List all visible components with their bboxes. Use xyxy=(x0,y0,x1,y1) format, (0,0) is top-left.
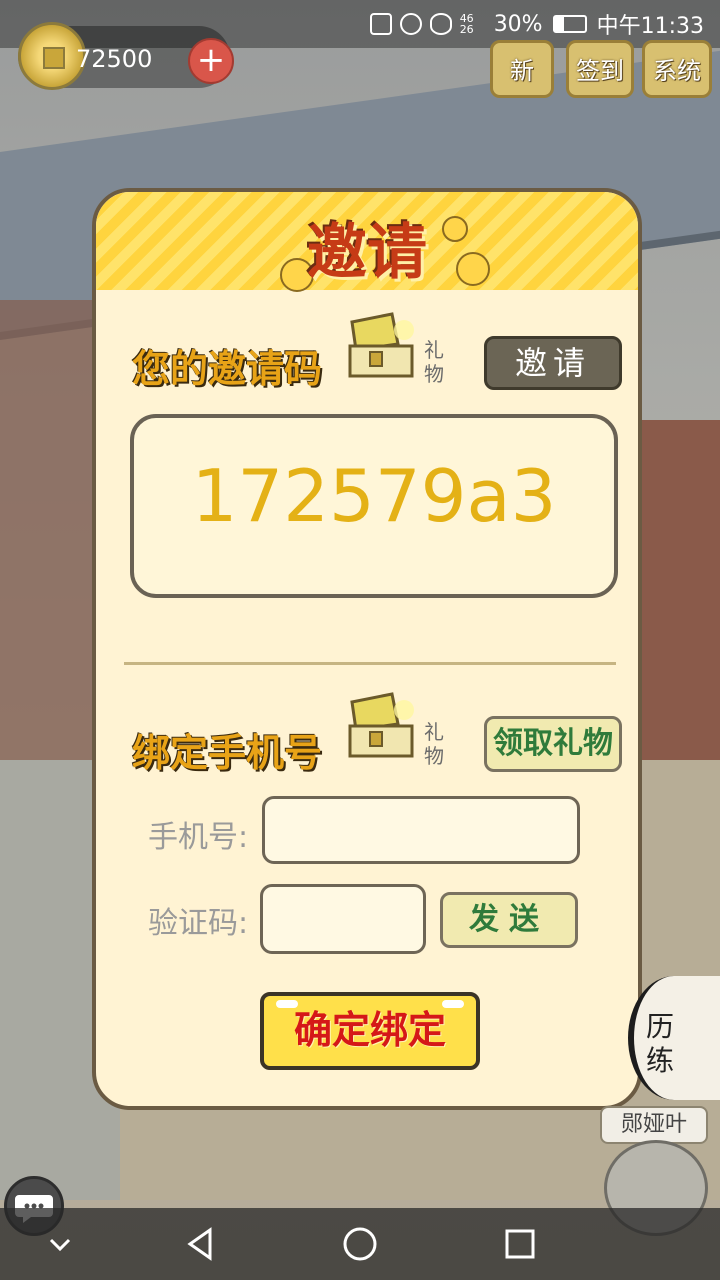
confirm-bind-label: 确定绑定 xyxy=(293,1008,446,1052)
eye-icon xyxy=(429,13,452,35)
navigation-bar xyxy=(0,1208,720,1280)
claim-gift-button[interactable]: 领取礼物 xyxy=(484,716,622,772)
system-button[interactable]: 系统 xyxy=(642,40,712,98)
treasure-chest-icon xyxy=(348,312,414,378)
button-shine xyxy=(442,1000,464,1008)
status-info: 46 26 30% 中午11:33 xyxy=(369,8,704,40)
training-label: 历练 xyxy=(646,1010,675,1077)
invite-button[interactable]: 邀请 xyxy=(484,336,622,390)
network-indicator: 46 26 xyxy=(459,12,474,36)
left-wall xyxy=(0,300,100,800)
invite-code: 172579a3 xyxy=(191,454,557,538)
sign-in-button[interactable]: 签到 xyxy=(566,40,634,98)
invite-code-box: 172579a3 xyxy=(130,414,618,598)
npc-name-tag: 郧娅叶 xyxy=(600,1106,708,1144)
phone-label: 手机号: xyxy=(148,820,249,855)
vibrate-icon xyxy=(369,13,392,35)
send-code-button[interactable]: 发送 xyxy=(440,892,578,948)
add-coins-button[interactable]: + xyxy=(188,38,234,84)
treasure-chest-icon xyxy=(348,692,414,758)
back-icon[interactable] xyxy=(160,1208,240,1280)
confirm-bind-button[interactable]: 确定绑定 xyxy=(260,992,480,1070)
battery-percent: 30% xyxy=(493,11,543,37)
invite-code-heading: 您的邀请码 xyxy=(132,347,323,391)
battery-icon xyxy=(552,15,587,33)
clock: 中午11:33 xyxy=(596,14,704,39)
home-icon[interactable] xyxy=(320,1208,400,1280)
gift-label: 礼物 xyxy=(424,720,444,768)
gift-label: 礼物 xyxy=(424,338,444,386)
dialog-title: 邀请 xyxy=(307,218,427,288)
invite-dialog: 邀请 您的邀请码 礼物 邀请 172579a3 绑定手机号 礼物 领取礼物 手机… xyxy=(92,188,642,1110)
phone-input[interactable] xyxy=(262,796,580,864)
section-divider xyxy=(124,662,616,665)
new-button[interactable]: 新 xyxy=(490,40,554,98)
bind-phone-heading: 绑定手机号 xyxy=(132,731,323,775)
dialog-title-wrap: 邀请 xyxy=(96,204,638,291)
verification-code-input[interactable] xyxy=(260,884,426,954)
alarm-icon xyxy=(399,13,422,35)
status-icons: 46 26 xyxy=(369,12,484,36)
verification-code-label: 验证码: xyxy=(148,906,249,941)
collapse-icon[interactable] xyxy=(20,1208,100,1280)
button-shine xyxy=(276,1000,298,1008)
coin-count: 72500 xyxy=(76,45,153,73)
recent-apps-icon[interactable] xyxy=(480,1208,560,1280)
